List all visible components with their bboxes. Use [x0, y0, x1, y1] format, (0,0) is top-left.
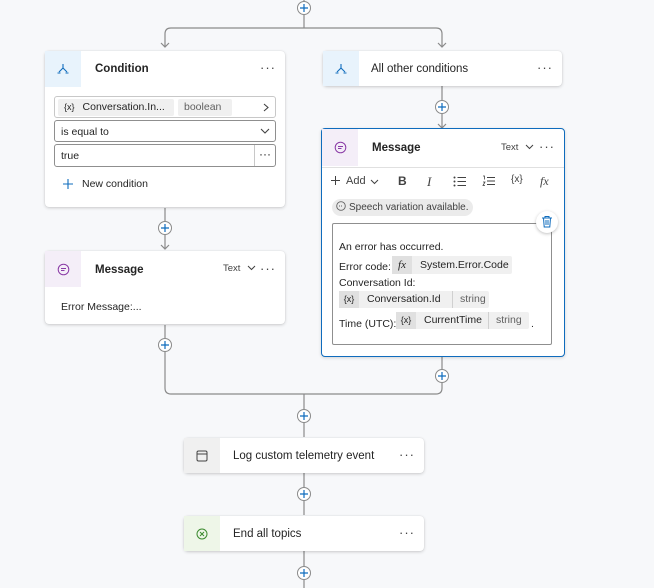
- telemetry-more-button[interactable]: ···: [399, 447, 415, 462]
- bold-button[interactable]: B: [398, 174, 407, 188]
- add-node-button-message-right[interactable]: [435, 369, 449, 383]
- italic-button[interactable]: I: [427, 174, 431, 190]
- chevron-down-icon: [260, 128, 270, 134]
- insert-formula-button[interactable]: fx: [540, 174, 549, 189]
- message-left-type-dropdown[interactable]: Text: [223, 263, 256, 274]
- message-card-left[interactable]: Message Text ··· Error Message:...: [45, 251, 285, 324]
- time-value: CurrentTime: [424, 314, 482, 326]
- delete-button[interactable]: [536, 211, 558, 233]
- condition-card[interactable]: Condition ··· {x} Conversation.In... bool…: [45, 51, 285, 207]
- message-right-type-dropdown[interactable]: Text: [501, 142, 534, 153]
- condition-more-button[interactable]: ···: [260, 60, 276, 75]
- conversation-id-type: string: [452, 291, 486, 308]
- telemetry-title: Log custom telemetry event: [233, 450, 375, 462]
- condition-card-header: Condition ···: [45, 51, 285, 87]
- speech-variation-badge[interactable]: Speech variation available.: [332, 199, 473, 216]
- message-toolbar: Add B I {x} fx: [322, 167, 564, 194]
- conversation-id-token[interactable]: {x} Conversation.Id string: [339, 291, 489, 308]
- add-node-button-merge[interactable]: [297, 409, 311, 423]
- add-node-button-bottom[interactable]: [297, 566, 311, 580]
- condition-variable-field[interactable]: {x} Conversation.In... boolean: [54, 96, 276, 118]
- other-conditions-card[interactable]: All other conditions ···: [323, 51, 562, 86]
- add-node-button-other[interactable]: [435, 100, 449, 114]
- telemetry-card[interactable]: Log custom telemetry event ···: [184, 438, 424, 473]
- error-code-value: System.Error.Code: [420, 259, 509, 271]
- conversation-id-label: Conversation Id:: [339, 277, 416, 289]
- condition-variable-token[interactable]: {x} Conversation.In...: [58, 99, 174, 116]
- other-conditions-header: All other conditions ···: [323, 51, 562, 87]
- add-node-button-top[interactable]: [297, 1, 311, 15]
- end-icon: [184, 516, 220, 551]
- time-end: .: [531, 318, 534, 330]
- time-type: string: [488, 312, 522, 329]
- new-condition-label: New condition: [82, 178, 148, 190]
- message-card-right[interactable]: Message Text ··· Add B I {x} fx Speech v…: [321, 128, 565, 357]
- bullet-list-icon[interactable]: [453, 176, 466, 187]
- message-left-body: Error Message:...: [61, 301, 142, 313]
- add-node-button-telemetry[interactable]: [297, 487, 311, 501]
- condition-value: true: [61, 150, 80, 162]
- message-right-type-label: Text: [501, 142, 519, 153]
- message-text-editor[interactable]: An error has occurred. Error code: fx Sy…: [332, 223, 552, 345]
- message-right-header: Message Text ···: [322, 129, 564, 167]
- message-left-type-label: Text: [223, 263, 241, 274]
- message-right-more-button[interactable]: ···: [539, 139, 555, 154]
- branch-icon: [323, 51, 359, 86]
- conversation-id-value: Conversation.Id: [367, 293, 441, 305]
- end-topics-title: End all topics: [233, 528, 302, 540]
- condition-variable-name: Conversation.In...: [82, 101, 165, 113]
- message-icon: [322, 129, 358, 166]
- plus-icon: [63, 179, 73, 189]
- error-code-label: Error code:: [339, 261, 391, 273]
- end-topics-card[interactable]: End all topics ···: [184, 516, 424, 551]
- insert-variable-button[interactable]: {x}: [511, 174, 523, 185]
- time-label: Time (UTC):: [339, 318, 397, 330]
- variable-icon: {x}: [64, 102, 75, 112]
- time-token[interactable]: {x} CurrentTime string: [396, 312, 529, 329]
- telemetry-icon: [184, 438, 220, 473]
- chevron-right-icon[interactable]: [263, 103, 269, 112]
- other-conditions-title: All other conditions: [371, 63, 469, 75]
- message-left-title: Message: [95, 264, 144, 276]
- variable-icon: {x}: [339, 291, 359, 308]
- plus-icon: [331, 176, 340, 185]
- condition-value-input[interactable]: true ···: [54, 144, 276, 167]
- other-conditions-more-button[interactable]: ···: [537, 60, 553, 75]
- speech-icon: [336, 201, 346, 211]
- end-topics-more-button[interactable]: ···: [399, 525, 415, 540]
- message-left-header: Message Text ···: [45, 251, 285, 287]
- condition-type-token: boolean: [178, 99, 232, 116]
- operator-dropdown[interactable]: is equal to: [54, 120, 276, 142]
- add-node-button-condition[interactable]: [158, 221, 172, 235]
- value-more-button[interactable]: ···: [254, 145, 275, 166]
- message-right-title: Message: [372, 142, 421, 154]
- condition-card-title: Condition: [95, 63, 149, 75]
- speech-variation-label: Speech variation available.: [349, 202, 469, 213]
- add-content-label: Add: [346, 175, 366, 187]
- variable-icon: {x}: [396, 312, 416, 329]
- message-left-more-button[interactable]: ···: [260, 261, 276, 276]
- chevron-down-icon: [525, 144, 534, 150]
- message-line-1: An error has occurred.: [339, 241, 444, 253]
- formula-icon: fx: [392, 256, 412, 274]
- add-node-button-message-left[interactable]: [158, 338, 172, 352]
- branch-icon: [45, 51, 81, 87]
- trash-icon: [542, 216, 552, 228]
- numbered-list-icon[interactable]: [482, 175, 495, 187]
- operator-value: is equal to: [61, 126, 109, 138]
- chevron-down-icon: [247, 265, 256, 271]
- error-code-token[interactable]: fx System.Error.Code: [392, 256, 512, 274]
- chevron-down-icon: [370, 179, 379, 185]
- message-icon: [45, 251, 81, 287]
